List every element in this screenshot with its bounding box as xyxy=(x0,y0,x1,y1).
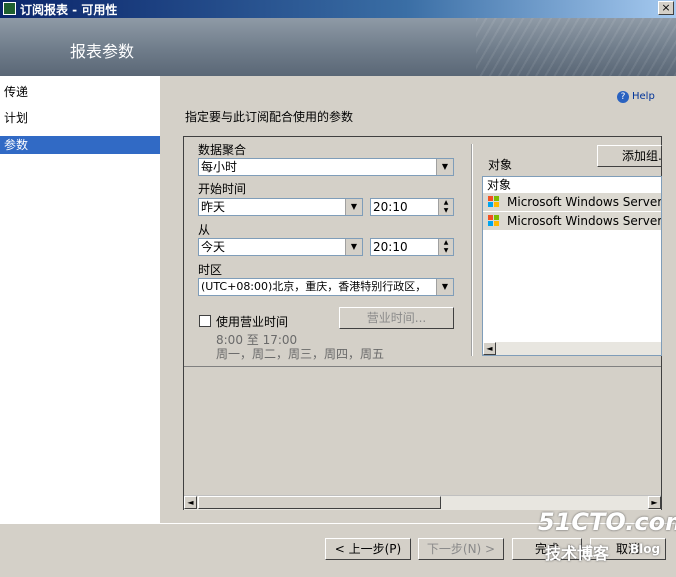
chevron-down-icon[interactable]: ▼ xyxy=(345,239,362,255)
from-time-value: 20:10 xyxy=(373,240,408,254)
title-bar: 订阅报表 - 可用性 × xyxy=(0,0,676,18)
help-label: Help xyxy=(632,91,655,102)
sidebar-item-parameters[interactable]: 参数 xyxy=(0,136,160,154)
parameters-lower xyxy=(184,366,661,496)
business-hours-label: 使用营业时间 xyxy=(216,315,289,329)
objects-list-header: 对象 xyxy=(483,177,661,193)
aggregation-label: 数据聚合 xyxy=(198,143,247,157)
start-time-spinner[interactable]: 20:10 ▲ ▼ xyxy=(370,198,454,216)
prev-button[interactable]: < 上一步(P) xyxy=(325,538,411,560)
aggregation-value: 每小时 xyxy=(201,160,238,174)
windows-logo-icon xyxy=(488,215,500,227)
wizard-sidebar: 传递 计划 参数 xyxy=(0,76,160,524)
timezone-label: 时区 xyxy=(198,263,223,277)
business-hours-checkbox[interactable] xyxy=(199,315,211,327)
spinner-buttons[interactable]: ▲ ▼ xyxy=(438,199,453,215)
chevron-down-icon[interactable]: ▼ xyxy=(436,159,453,175)
objects-label: 对象 xyxy=(488,158,513,172)
business-days: 周一，周二，周三，周四，周五 xyxy=(216,347,385,361)
page-title: 报表参数 xyxy=(70,42,135,61)
timezone-value: (UTC+08:00)北京，重庆，香港特别行政区， xyxy=(201,280,427,293)
close-button[interactable]: × xyxy=(658,1,674,15)
objects-hscroll[interactable]: ◄ xyxy=(483,342,661,355)
start-time-value: 20:10 xyxy=(373,200,408,214)
scroll-thumb[interactable] xyxy=(198,496,441,509)
from-time-spinner[interactable]: 20:10 ▲ ▼ xyxy=(370,238,454,256)
list-item[interactable]: Microsoft Windows Server 2008 xyxy=(483,212,662,230)
chevron-down-icon[interactable]: ▼ xyxy=(345,199,362,215)
spin-up-icon[interactable]: ▲ xyxy=(439,239,453,247)
instructions-text: 指定要与此订阅配合使用的参数 xyxy=(185,110,354,124)
spinner-buttons[interactable]: ▲ ▼ xyxy=(438,239,453,255)
timezone-select[interactable]: (UTC+08:00)北京，重庆，香港特别行政区， ▼ xyxy=(198,278,454,296)
chevron-down-icon[interactable]: ▼ xyxy=(436,279,453,295)
help-link[interactable]: ? Help xyxy=(617,91,655,103)
scroll-left-icon[interactable]: ◄ xyxy=(184,496,197,509)
business-hours-button[interactable]: 营业时间... xyxy=(339,307,454,329)
help-icon: ? xyxy=(617,91,629,103)
watermark-site: 51CTO.com xyxy=(538,508,676,536)
list-item-label: Microsoft Windows Server 2008 xyxy=(507,214,662,228)
scroll-left-icon[interactable]: ◄ xyxy=(483,342,496,355)
watermark-blog-suffix: Blog xyxy=(630,542,661,556)
list-item[interactable]: Microsoft Windows Server 2008 xyxy=(483,193,662,211)
spin-up-icon[interactable]: ▲ xyxy=(439,199,453,207)
objects-list[interactable]: 对象 Microsoft Windows Server 2008 Microso… xyxy=(482,176,662,356)
next-button[interactable]: 下一步(N) > xyxy=(418,538,504,560)
aggregation-select[interactable]: 每小时 ▼ xyxy=(198,158,454,176)
window-title: 订阅报表 - 可用性 xyxy=(20,3,118,17)
start-day-value: 昨天 xyxy=(201,200,226,214)
watermark-blog: 技术博客 xyxy=(545,544,610,563)
sidebar-item-delivery[interactable]: 传递 xyxy=(0,83,160,101)
from-day-select[interactable]: 今天 ▼ xyxy=(198,238,363,256)
spin-down-icon[interactable]: ▼ xyxy=(439,247,453,255)
from-label: 从 xyxy=(198,223,211,237)
windows-logo-icon xyxy=(488,196,500,208)
panel-divider xyxy=(471,144,473,356)
banner-decoration xyxy=(476,18,676,76)
from-day-value: 今天 xyxy=(201,240,226,254)
spin-down-icon[interactable]: ▼ xyxy=(439,207,453,215)
app-icon xyxy=(3,2,16,15)
sidebar-item-schedule[interactable]: 计划 xyxy=(0,109,160,127)
add-group-button[interactable]: 添加组... xyxy=(597,145,662,167)
start-day-select[interactable]: 昨天 ▼ xyxy=(198,198,363,216)
header-banner: 报表参数 xyxy=(0,18,676,76)
list-item-label: Microsoft Windows Server 2008 xyxy=(507,195,662,209)
start-time-label: 开始时间 xyxy=(198,182,247,196)
